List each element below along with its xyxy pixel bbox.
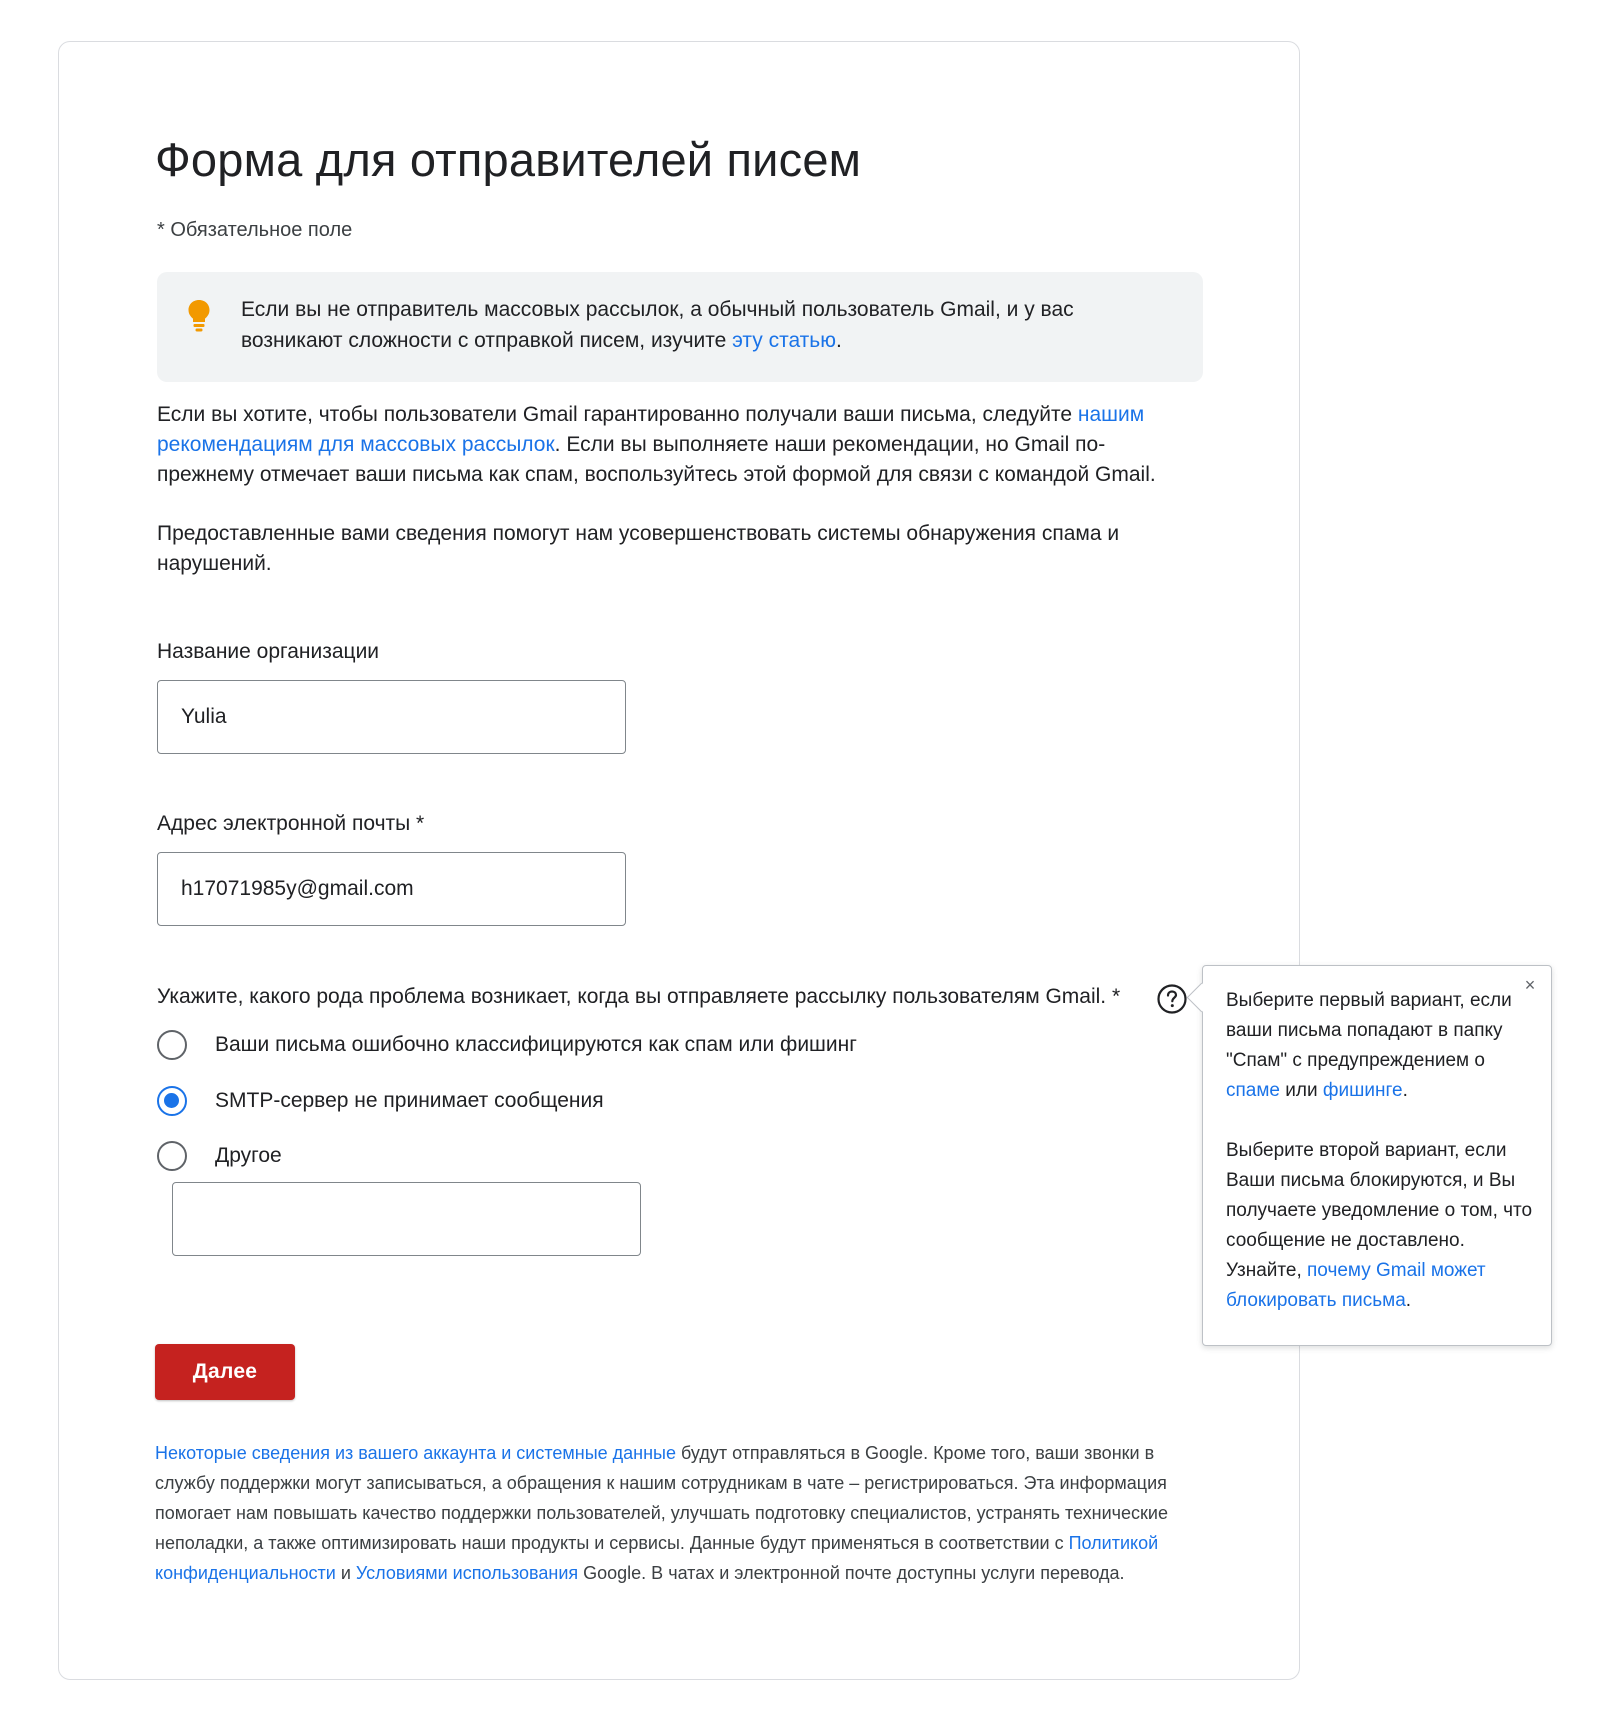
help-icon[interactable] [1156, 983, 1188, 1015]
org-name-input[interactable] [157, 680, 626, 754]
org-name-label: Название организации [157, 640, 380, 663]
intro-paragraph: Если вы хотите, чтобы пользователи Gmail… [157, 403, 1156, 486]
info-paragraph: Предоставленные вами сведения помогут на… [157, 522, 1120, 575]
other-input[interactable] [172, 1182, 641, 1256]
radio-label: SMTP-сервер не принимает сообщения [215, 1089, 604, 1112]
account-data-link[interactable]: Некоторые сведения из вашего аккаунта и … [155, 1443, 676, 1463]
radio-option-spam[interactable]: Ваши письма ошибочно классифицируются ка… [157, 1027, 857, 1063]
radio-label: Другое [215, 1144, 282, 1167]
lightbulb-icon [188, 300, 210, 332]
email-label: Адрес электронной почты * [157, 812, 425, 835]
radio-label: Ваши письма ошибочно классифицируются ка… [215, 1033, 857, 1056]
article-link[interactable]: эту статью [732, 329, 836, 352]
tooltip-text: Выберите первый вариант, если ваши письм… [1226, 990, 1533, 1311]
phishing-link[interactable]: фишинге [1323, 1080, 1403, 1101]
terms-link[interactable]: Условиями использования [356, 1563, 578, 1583]
radio-button[interactable] [157, 1141, 187, 1171]
problem-question: Укажите, какого рода проблема возникает,… [157, 985, 1121, 1008]
privacy-footer: Некоторые сведения из вашего аккаунта и … [155, 1443, 1168, 1583]
help-tooltip: × Выберите первый вариант, если ваши пис… [1186, 965, 1552, 1346]
radio-button-selected[interactable] [157, 1086, 187, 1116]
radio-option-other[interactable]: Другое [157, 1138, 282, 1174]
required-field-note: * Обязательное поле [157, 219, 353, 241]
info-notice: Если вы не отправитель массовых рассылок… [157, 272, 1203, 382]
email-input[interactable] [157, 852, 626, 926]
page-title: Форма для отправителей писем [155, 133, 862, 186]
notice-text: Если вы не отправитель массовых рассылок… [241, 298, 1074, 352]
spam-link[interactable]: спаме [1226, 1080, 1280, 1101]
radio-option-smtp[interactable]: SMTP-сервер не принимает сообщения [157, 1083, 604, 1119]
radio-button[interactable] [157, 1030, 187, 1060]
next-button[interactable]: Далее [155, 1344, 295, 1400]
